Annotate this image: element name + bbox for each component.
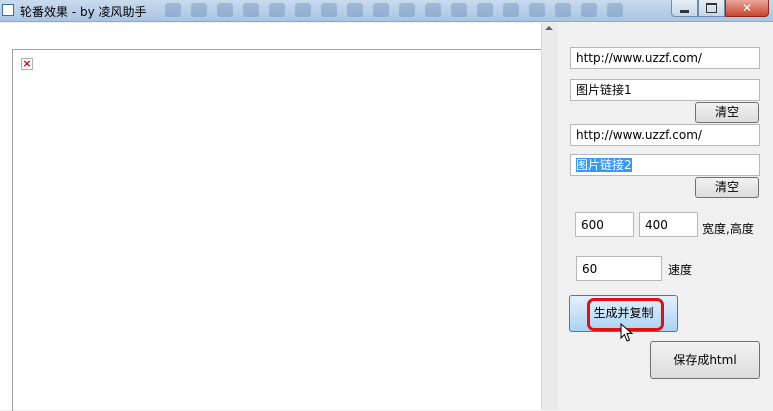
maximize-icon: [706, 3, 717, 13]
broken-image-icon: ×: [21, 57, 33, 70]
width-input[interactable]: 600: [575, 212, 634, 237]
speed-label: 速度: [668, 263, 693, 277]
clear-button-1[interactable]: 清空: [695, 102, 759, 123]
minimize-icon: [680, 9, 689, 13]
close-icon: ✕: [741, 1, 753, 15]
url-input-1[interactable]: http://www.uzzf.com/: [570, 47, 760, 69]
clear-button-2[interactable]: 清空: [695, 177, 759, 198]
mouse-cursor-icon: [620, 323, 634, 342]
close-button[interactable]: ✕: [725, 0, 769, 17]
vertical-scrollbar[interactable]: [541, 23, 558, 410]
minimize-button[interactable]: [671, 0, 698, 17]
selected-text: 图片链接2: [576, 158, 632, 172]
size-label: 宽度,高度: [702, 222, 754, 236]
window-controls: ✕: [671, 0, 769, 18]
maximize-button[interactable]: [698, 0, 725, 17]
app-window-icon: [2, 4, 14, 16]
background-taskbar-icons: [165, 3, 655, 19]
image-link-input-1[interactable]: 图片链接1: [570, 79, 760, 101]
window-title: 轮番效果 - by 凌风助手: [20, 5, 147, 19]
preview-frame: ×: [12, 49, 542, 411]
preview-browser[interactable]: ×: [0, 23, 542, 411]
speed-input[interactable]: 60: [576, 256, 662, 281]
image-link-input-2[interactable]: 图片链接2: [570, 154, 760, 176]
url-input-2[interactable]: http://www.uzzf.com/: [570, 124, 760, 146]
save-html-button[interactable]: 保存成html: [650, 341, 760, 379]
title-bar: 轮番效果 - by 凌风助手 ✕: [0, 0, 773, 22]
height-input[interactable]: 400: [639, 212, 698, 237]
scroll-up-arrow-icon[interactable]: [545, 26, 553, 30]
